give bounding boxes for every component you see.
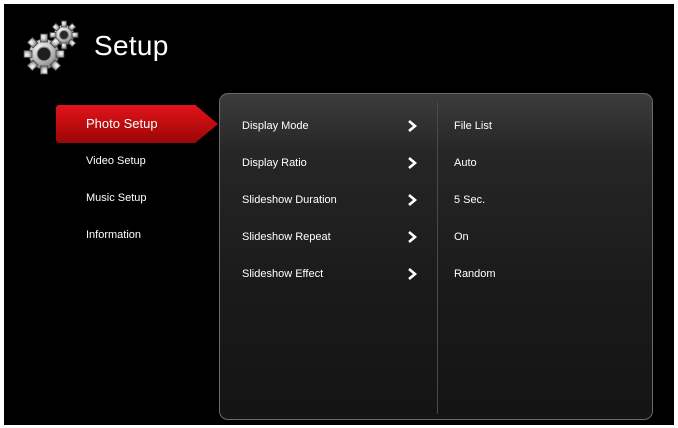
setting-label: Slideshow Repeat: [242, 231, 331, 243]
setting-label: Display Ratio: [242, 157, 307, 169]
setting-label: Slideshow Effect: [242, 268, 324, 280]
setup-screen: Setup Photo Setup Video Setup Music Setu…: [4, 4, 674, 425]
sidebar: Photo Setup Video Setup Music Setup Info…: [56, 105, 226, 254]
settings-panel: Display Mode File List Display Ratio Aut…: [219, 93, 653, 420]
chevron-right-icon: [408, 120, 418, 132]
setting-label: Display Mode: [242, 120, 309, 132]
setting-value: Random: [454, 268, 496, 280]
setting-row-slideshow-repeat[interactable]: Slideshow Repeat On: [220, 221, 652, 258]
chevron-right-icon: [408, 268, 418, 280]
setting-row-slideshow-duration[interactable]: Slideshow Duration 5 Sec.: [220, 184, 652, 221]
sidebar-item-label: Music Setup: [86, 192, 147, 204]
sidebar-item-video-setup[interactable]: Video Setup: [56, 143, 226, 180]
sidebar-item-information[interactable]: Information: [56, 217, 226, 254]
setting-label: Slideshow Duration: [242, 194, 337, 206]
setting-row-display-mode[interactable]: Display Mode File List: [220, 110, 652, 147]
chevron-right-icon: [408, 231, 418, 243]
setting-row-display-ratio[interactable]: Display Ratio Auto: [220, 147, 652, 184]
setting-value: On: [454, 231, 469, 243]
page-title: Setup: [94, 30, 169, 61]
setting-row-slideshow-effect[interactable]: Slideshow Effect Random: [220, 258, 652, 295]
sidebar-item-label: Information: [86, 229, 142, 241]
sidebar-item-label: Video Setup: [86, 155, 146, 167]
setting-value: 5 Sec.: [454, 194, 486, 206]
chevron-right-icon: [408, 157, 418, 169]
setting-value: Auto: [454, 157, 477, 169]
sidebar-item-music-setup[interactable]: Music Setup: [56, 180, 226, 217]
sidebar-item-photo-setup[interactable]: Photo Setup: [56, 105, 218, 143]
gears-icon: [23, 20, 79, 75]
setting-value: File List: [454, 120, 492, 132]
chevron-right-icon: [408, 194, 418, 206]
sidebar-item-label: Photo Setup: [86, 116, 158, 131]
